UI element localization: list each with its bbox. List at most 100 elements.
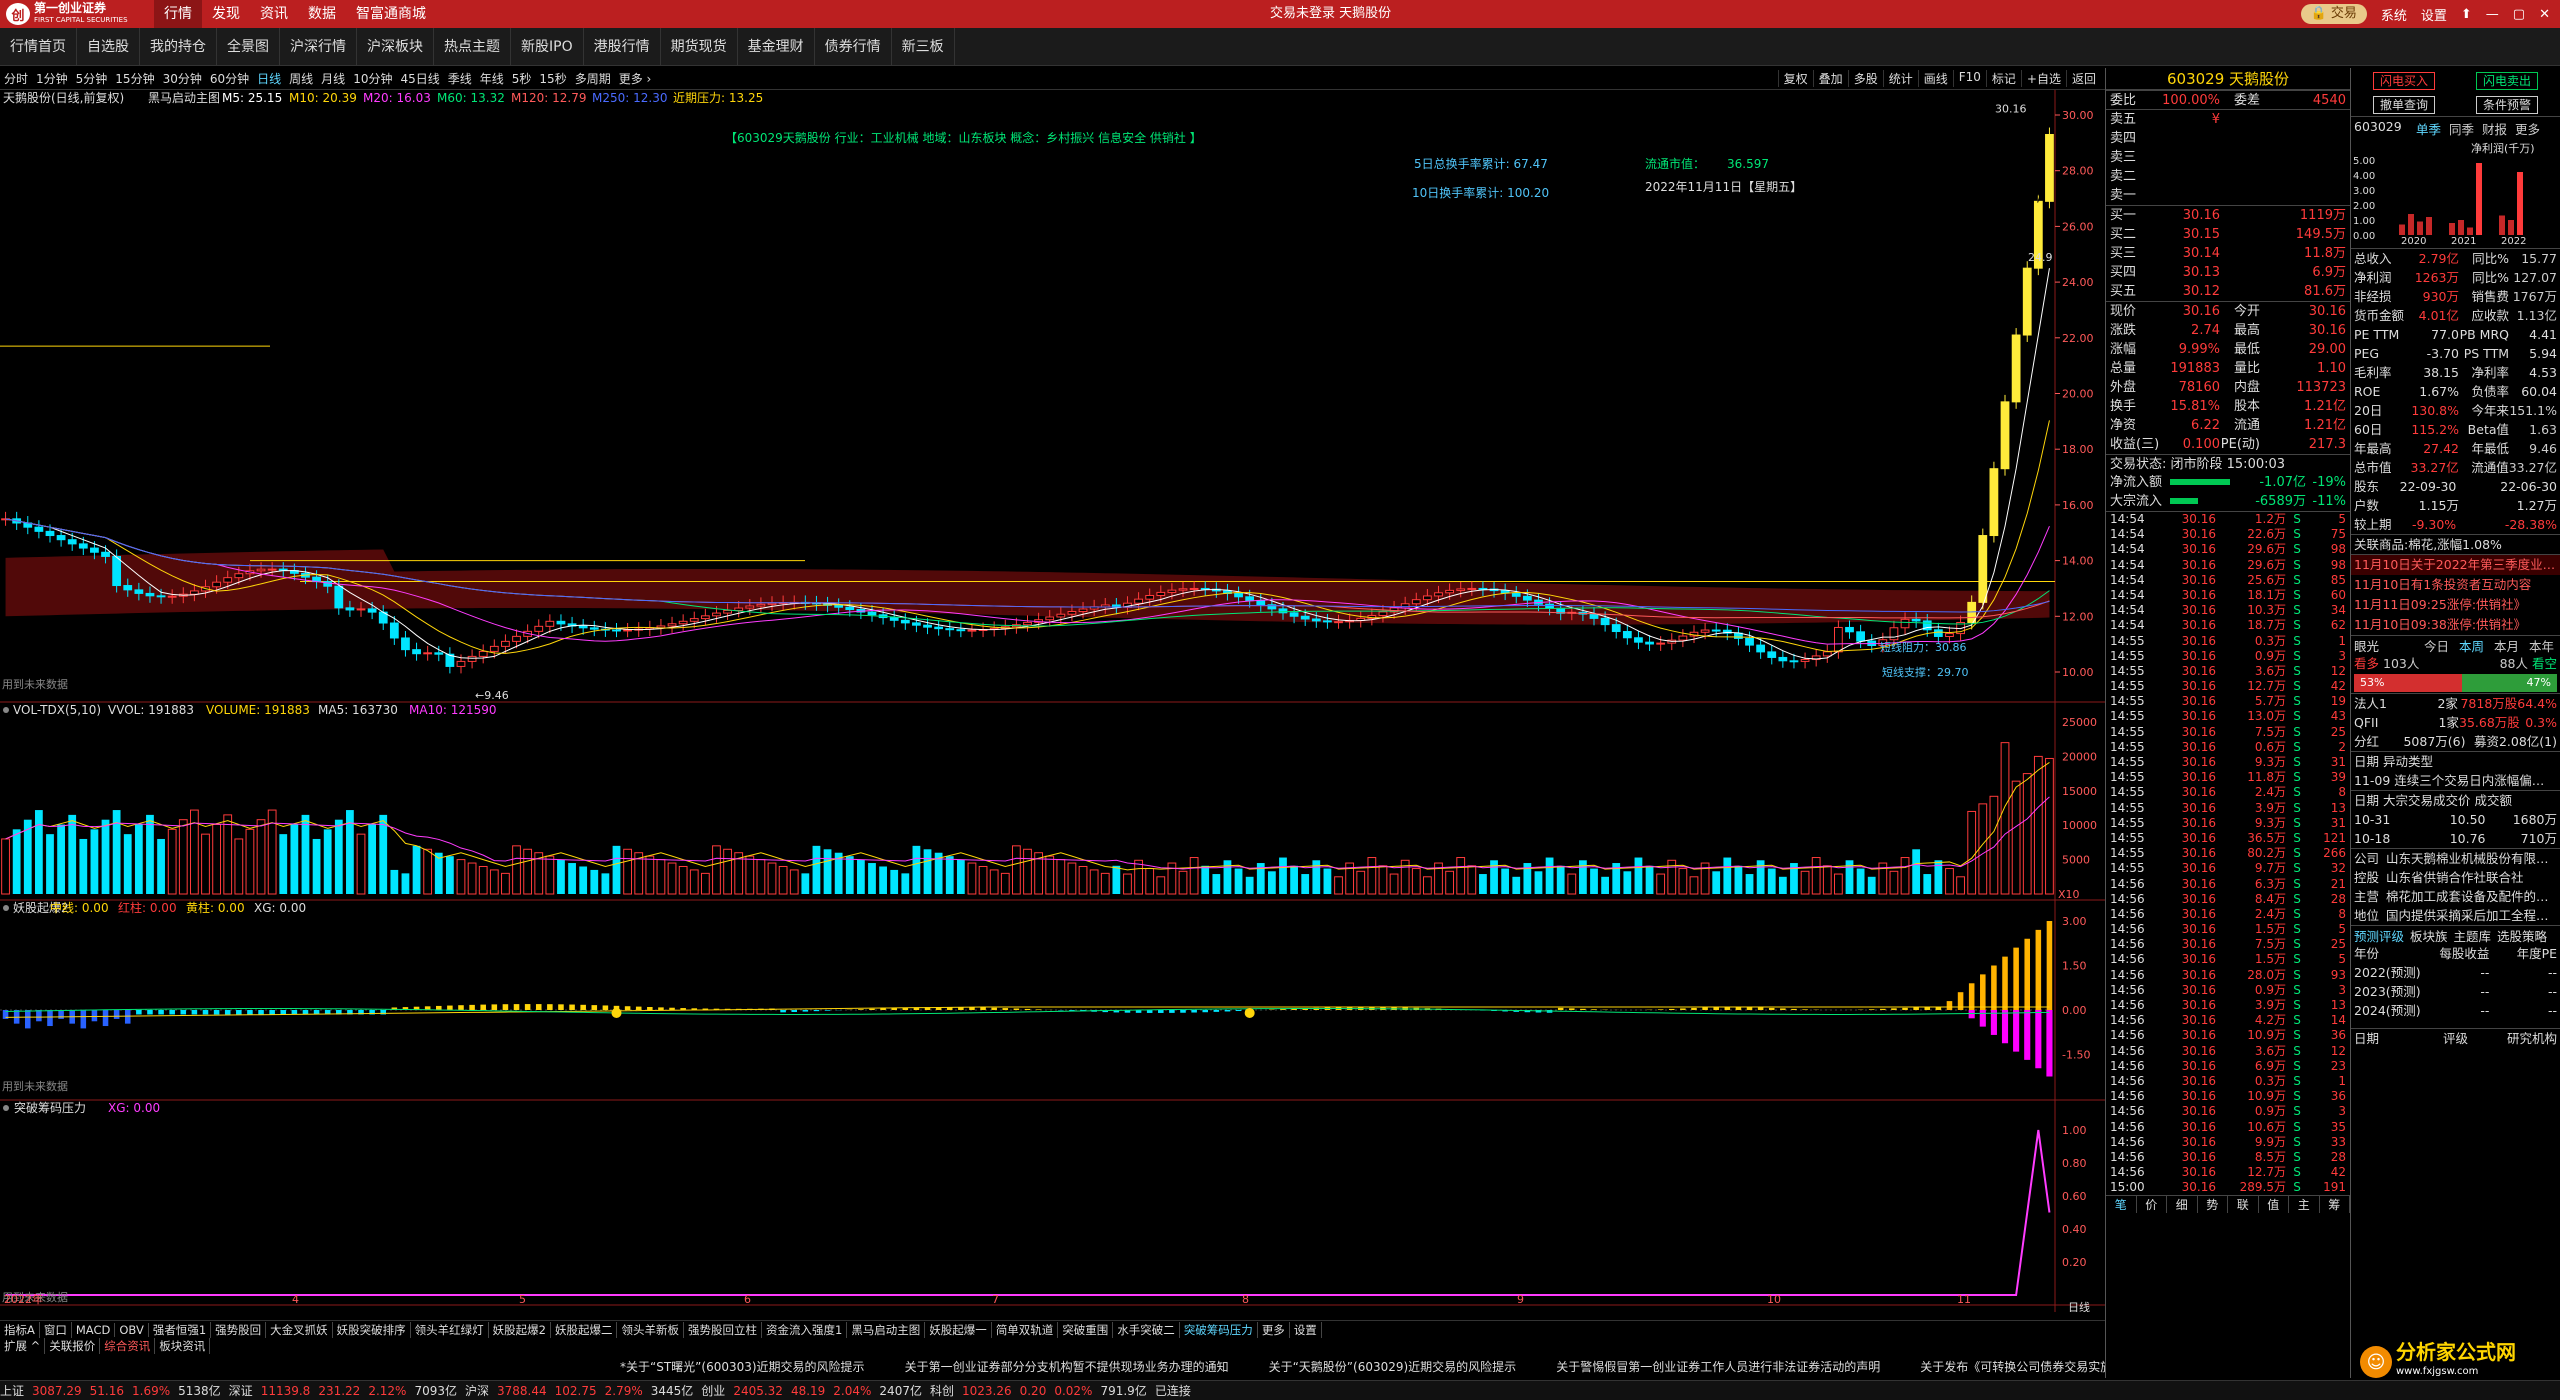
chart-tool-8[interactable]: 返回 [2065, 70, 2101, 87]
indicator-tab-15[interactable]: 妖股起爆一 [925, 1321, 992, 1338]
info-tab-1[interactable]: 关联报价 [45, 1338, 101, 1354]
forecast-tab-2[interactable]: 主题库 [2454, 927, 2492, 944]
market-tab-11[interactable]: 债券行情 [815, 27, 892, 66]
f10-news-item[interactable]: 11月10日关于2022年第三季度业… [2351, 555, 2560, 575]
period-12[interactable]: 年线 [476, 70, 508, 87]
indicator-tab-7[interactable]: 妖股突破排序 [333, 1321, 411, 1338]
indicator-tab-1[interactable]: 窗口 [40, 1321, 72, 1338]
chart-tool-0[interactable]: 复权 [1777, 70, 1813, 87]
menu-news[interactable]: 资讯 [250, 0, 298, 28]
condition-alert-button[interactable]: 条件预警 [2475, 96, 2538, 114]
forecast-tab-3[interactable]: 选股策略 [2497, 927, 2547, 944]
period-2[interactable]: 5分钟 [72, 70, 112, 87]
chart-tool-5[interactable]: F10 [1952, 70, 1986, 87]
indicator-tab-3[interactable]: OBV [115, 1322, 149, 1337]
chart-tool-1[interactable]: 叠加 [1812, 70, 1848, 87]
news-item[interactable]: *关于“ST曙光”(600303)近期交易的风险提示 [620, 1358, 865, 1376]
buy-row[interactable]: 买二 30.15 149.5万 [2106, 225, 2350, 244]
indicator-tab-5[interactable]: 强势股回 [211, 1321, 267, 1338]
quote-tab-6[interactable]: 主 [2289, 1196, 2320, 1214]
buy-row[interactable]: 买五 30.12 81.6万 [2106, 282, 2350, 301]
indicator-tab-8[interactable]: 领头羊红绿灯 [411, 1321, 489, 1338]
period-11[interactable]: 季线 [444, 70, 476, 87]
period-9[interactable]: 10分钟 [349, 70, 396, 87]
period-3[interactable]: 15分钟 [111, 70, 158, 87]
menu-data[interactable]: 数据 [298, 0, 346, 28]
eye-tab-today[interactable]: 今日 [2424, 637, 2449, 654]
indicator-tab-4[interactable]: 强者恒强1 [149, 1321, 212, 1338]
market-tab-3[interactable]: 全景图 [217, 27, 280, 66]
market-tab-4[interactable]: 沪深行情 [280, 27, 357, 66]
info-tab-3[interactable]: 板块资讯 [155, 1338, 211, 1354]
tick-list[interactable]: 14:54 30.16 1.2万 S 5 14:54 30.16 22.6万 S 75 14:54 3… [2106, 511, 2350, 1195]
info-tab-2[interactable]: 综合资讯 [100, 1338, 156, 1354]
buy-row[interactable]: 买三 30.14 11.8万 [2106, 244, 2350, 263]
period-6[interactable]: 日线 [253, 70, 285, 87]
indicator-tab-12[interactable]: 强势股回立柱 [684, 1321, 762, 1338]
ind2-collapse-icon[interactable] [3, 1105, 9, 1111]
f10-news-item[interactable]: 11月11日09:25涨停:供销社》 [2351, 595, 2560, 615]
settings-menu[interactable]: 设置 [2421, 5, 2447, 24]
menu-mall[interactable]: 智富通商城 [346, 0, 436, 28]
tab-more[interactable]: 更多 [2515, 119, 2540, 138]
period-16[interactable]: 更多 › [615, 70, 656, 87]
flash-sell-button[interactable]: 闪电卖出 [2475, 72, 2538, 90]
info-tab-0[interactable]: 扩展 ^ [0, 1338, 46, 1354]
sell-row[interactable]: 卖一 [2106, 186, 2350, 205]
chart-tool-2[interactable]: 多股 [1847, 70, 1883, 87]
menu-discover[interactable]: 发现 [202, 0, 250, 28]
eye-tab-year[interactable]: 本年 [2529, 637, 2554, 654]
pin-icon[interactable]: ⬆ [2461, 7, 2472, 22]
period-5[interactable]: 60分钟 [206, 70, 253, 87]
quote-tab-7[interactable]: 筹 [2320, 1196, 2350, 1214]
system-menu[interactable]: 系统 [2381, 5, 2407, 24]
market-tab-9[interactable]: 期货现货 [661, 27, 738, 66]
cancel-query-button[interactable]: 撤单查询 [2373, 96, 2436, 114]
indicator-tab-17[interactable]: 突破重围 [1058, 1321, 1114, 1338]
quote-tab-2[interactable]: 细 [2167, 1196, 2198, 1214]
news-item[interactable]: 关于“天鹅股份”(603029)近期交易的风险提示 [1269, 1358, 1517, 1376]
period-10[interactable]: 45日线 [396, 70, 443, 87]
market-tab-10[interactable]: 基金理财 [738, 27, 815, 66]
tab-same-quarter[interactable]: 同季 [2449, 119, 2474, 138]
f10-news-item[interactable]: 11月10日09:38涨停:供销社》 [2351, 615, 2560, 635]
indicator-tab-16[interactable]: 简单双轨道 [992, 1321, 1059, 1338]
chart-tool-6[interactable]: 标记 [1985, 70, 2021, 87]
market-tab-6[interactable]: 热点主题 [434, 27, 511, 66]
chart-tool-4[interactable]: 画线 [1917, 70, 1953, 87]
sell-row[interactable]: 卖四 [2106, 129, 2350, 148]
sell-row[interactable]: 卖三 [2106, 148, 2350, 167]
news-item[interactable]: 关于第一创业证券部分分支机构暂不提供现场业务办理的通知 [905, 1358, 1229, 1376]
market-tab-8[interactable]: 港股行情 [584, 27, 661, 66]
quote-tab-5[interactable]: 值 [2259, 1196, 2289, 1214]
minimize-icon[interactable]: — [2486, 7, 2499, 22]
market-tab-5[interactable]: 沪深板块 [357, 27, 434, 66]
period-15[interactable]: 多周期 [571, 70, 615, 87]
close-icon[interactable]: ✕ [2539, 7, 2550, 22]
period-13[interactable]: 5秒 [508, 70, 536, 87]
chart-tool-3[interactable]: 统计 [1882, 70, 1918, 87]
trade-button[interactable]: 🔒 交易 [2300, 4, 2367, 24]
period-1[interactable]: 1分钟 [32, 70, 72, 87]
tab-quarter[interactable]: 单季 [2416, 119, 2441, 138]
maximize-icon[interactable]: ▢ [2513, 7, 2525, 22]
indicator-tab-0[interactable]: 指标A [0, 1321, 40, 1338]
kline-chart[interactable]: 天鹅股份(日线,前复权) 黑马启动主图 M5: 25.15 M10: 20.39 M20… [0, 90, 2105, 1312]
indicator-tab-19[interactable]: 突破筹码压力 [1180, 1321, 1258, 1338]
tab-report[interactable]: 财报 [2482, 119, 2507, 138]
indicator-tab-13[interactable]: 资金流入强度1 [762, 1321, 848, 1338]
chart-tool-7[interactable]: +自选 [2020, 70, 2066, 87]
buy-row[interactable]: 买一 30.16 1119万 [2106, 206, 2350, 225]
indicator-tab-9[interactable]: 妖股起爆2 [489, 1321, 551, 1338]
indicator-tab-6[interactable]: 大金叉抓妖 [266, 1321, 333, 1338]
indicator-tab-2[interactable]: MACD [72, 1322, 116, 1337]
news-item[interactable]: 关于警惕假冒第一创业证券工作人员进行非法证券活动的声明 [1556, 1358, 1880, 1376]
quote-tab-3[interactable]: 势 [2198, 1196, 2228, 1214]
sell-row[interactable]: 卖五 ¥ [2106, 110, 2350, 129]
sell-row[interactable]: 卖二 [2106, 167, 2350, 186]
ind1-collapse-icon[interactable] [3, 905, 9, 911]
eye-tab-week[interactable]: 本周 [2459, 637, 2484, 654]
period-4[interactable]: 30分钟 [159, 70, 206, 87]
menu-quotes[interactable]: 行情 [154, 0, 202, 28]
market-tab-2[interactable]: 我的持仓 [140, 27, 217, 66]
